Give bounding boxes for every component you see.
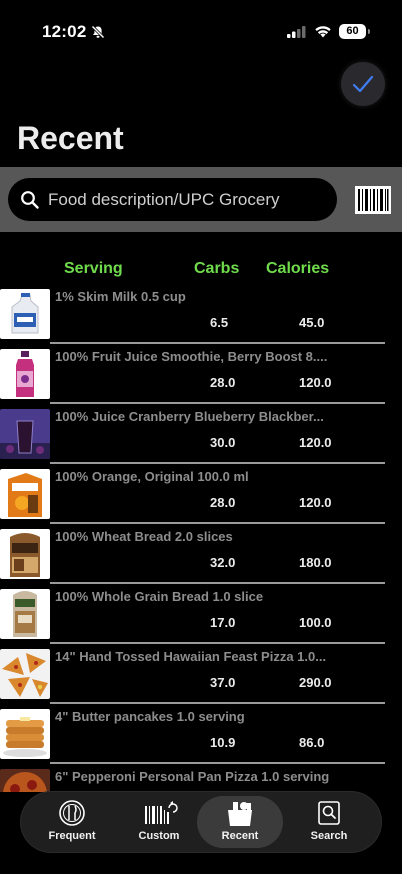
food-name: 14" Hand Tossed Hawaiian Feast Pizza 1.0… [55, 649, 327, 664]
row-divider [50, 462, 385, 464]
tab-label: Custom [138, 830, 180, 842]
food-calories: 120.0 [299, 375, 332, 390]
row-divider [50, 582, 385, 584]
juice-glass-icon [0, 409, 50, 459]
food-row[interactable]: 100% Whole Grain Bread 1.0 slice 17.0 10… [0, 587, 402, 647]
status-bar: 12:02 60 [0, 0, 402, 60]
food-row[interactable]: 4" Butter pancakes 1.0 serving 10.9 86.0 [0, 707, 402, 767]
row-divider [50, 342, 385, 344]
search-icon [21, 191, 39, 209]
tab-bar: Frequent Custom Recent Search [21, 792, 381, 852]
food-carbs: 28.0 [210, 495, 236, 510]
food-calories: 120.0 [299, 495, 332, 510]
battery-tip [368, 29, 370, 34]
food-name: 1% Skim Milk 0.5 cup [55, 289, 186, 304]
food-carbs: 10.9 [210, 735, 236, 750]
food-row[interactable]: 100% Wheat Bread 2.0 slices 32.0 180.0 [0, 527, 402, 587]
tab-frequent[interactable]: Frequent [29, 792, 115, 852]
search-doc-icon [318, 801, 340, 825]
food-name: 100% Wheat Bread 2.0 slices [55, 529, 233, 544]
groceries-bag-icon [228, 802, 252, 826]
food-row[interactable]: 100% Orange, Original 100.0 ml 28.0 120.… [0, 467, 402, 527]
done-button[interactable] [341, 62, 385, 106]
orange-juice-carton-icon [0, 469, 50, 519]
milk-jug-icon [0, 289, 50, 339]
food-carbs: 6.5 [210, 315, 229, 330]
food-calories: 86.0 [299, 735, 325, 750]
bell-muted-icon [91, 25, 105, 39]
tab-label: Search [310, 830, 348, 842]
food-calories: 180.0 [299, 555, 332, 570]
food-carbs: 37.0 [210, 675, 236, 690]
wheat-bread-icon [0, 529, 50, 579]
food-carbs: 32.0 [210, 555, 236, 570]
food-name: 100% Whole Grain Bread 1.0 slice [55, 589, 264, 604]
row-divider [50, 702, 385, 704]
food-calories: 100.0 [299, 615, 332, 630]
column-header-serving: Serving [64, 260, 123, 277]
food-calories: 290.0 [299, 675, 332, 690]
food-name: 4" Butter pancakes 1.0 serving [55, 709, 245, 724]
custom-barcode-icon [145, 801, 178, 824]
row-divider [50, 642, 385, 644]
row-divider [50, 522, 385, 524]
barcode-scan-icon[interactable] [355, 186, 391, 214]
food-row[interactable]: 100% Fruit Juice Smoothie, Berry Boost 8… [0, 347, 402, 407]
column-header-calories: Calories [266, 260, 330, 277]
tab-search[interactable]: Search [286, 792, 372, 852]
tab-label: Frequent [48, 830, 96, 842]
food-carbs: 28.0 [210, 375, 236, 390]
plate-utensils-icon [59, 800, 85, 826]
food-row[interactable]: 14" Hand Tossed Hawaiian Feast Pizza 1.0… [0, 647, 402, 707]
checkmark-icon [352, 75, 374, 93]
smoothie-bottle-icon [0, 349, 50, 399]
row-divider [50, 762, 385, 764]
battery-indicator: 60 [339, 24, 366, 39]
food-name: 100% Orange, Original 100.0 ml [55, 469, 249, 484]
column-header-carbs: Carbs [194, 260, 240, 277]
grain-bread-icon [0, 589, 50, 639]
food-carbs: 30.0 [210, 435, 236, 450]
food-list: 1% Skim Milk 0.5 cup 6.5 45.0 100% Fruit… [0, 287, 402, 792]
pan-pizza-icon [0, 769, 50, 792]
food-calories: 120.0 [299, 435, 332, 450]
wifi-icon [315, 26, 331, 38]
food-carbs: 17.0 [210, 615, 236, 630]
food-row[interactable]: 1% Skim Milk 0.5 cup 6.5 45.0 [0, 287, 402, 347]
food-name: 100% Juice Cranberry Blueberry Blackber.… [55, 409, 324, 424]
page-title: Recent [17, 120, 124, 156]
food-name: 6" Pepperoni Personal Pan Pizza 1.0 serv… [55, 769, 330, 784]
tab-custom[interactable]: Custom [116, 792, 202, 852]
food-calories: 45.0 [299, 315, 325, 330]
pizza-icon [0, 649, 50, 699]
tab-label: Recent [221, 830, 259, 842]
search-input[interactable] [48, 189, 328, 211]
status-time: 12:02 [42, 22, 87, 41]
cellular-signal-icon [287, 26, 306, 38]
food-row[interactable]: 100% Juice Cranberry Blueberry Blackber.… [0, 407, 402, 467]
food-row[interactable]: 6" Pepperoni Personal Pan Pizza 1.0 serv… [0, 767, 402, 792]
row-divider [50, 402, 385, 404]
pancakes-icon [0, 709, 50, 759]
food-name: 100% Fruit Juice Smoothie, Berry Boost 8… [55, 349, 328, 364]
tab-recent[interactable]: Recent [197, 796, 283, 848]
